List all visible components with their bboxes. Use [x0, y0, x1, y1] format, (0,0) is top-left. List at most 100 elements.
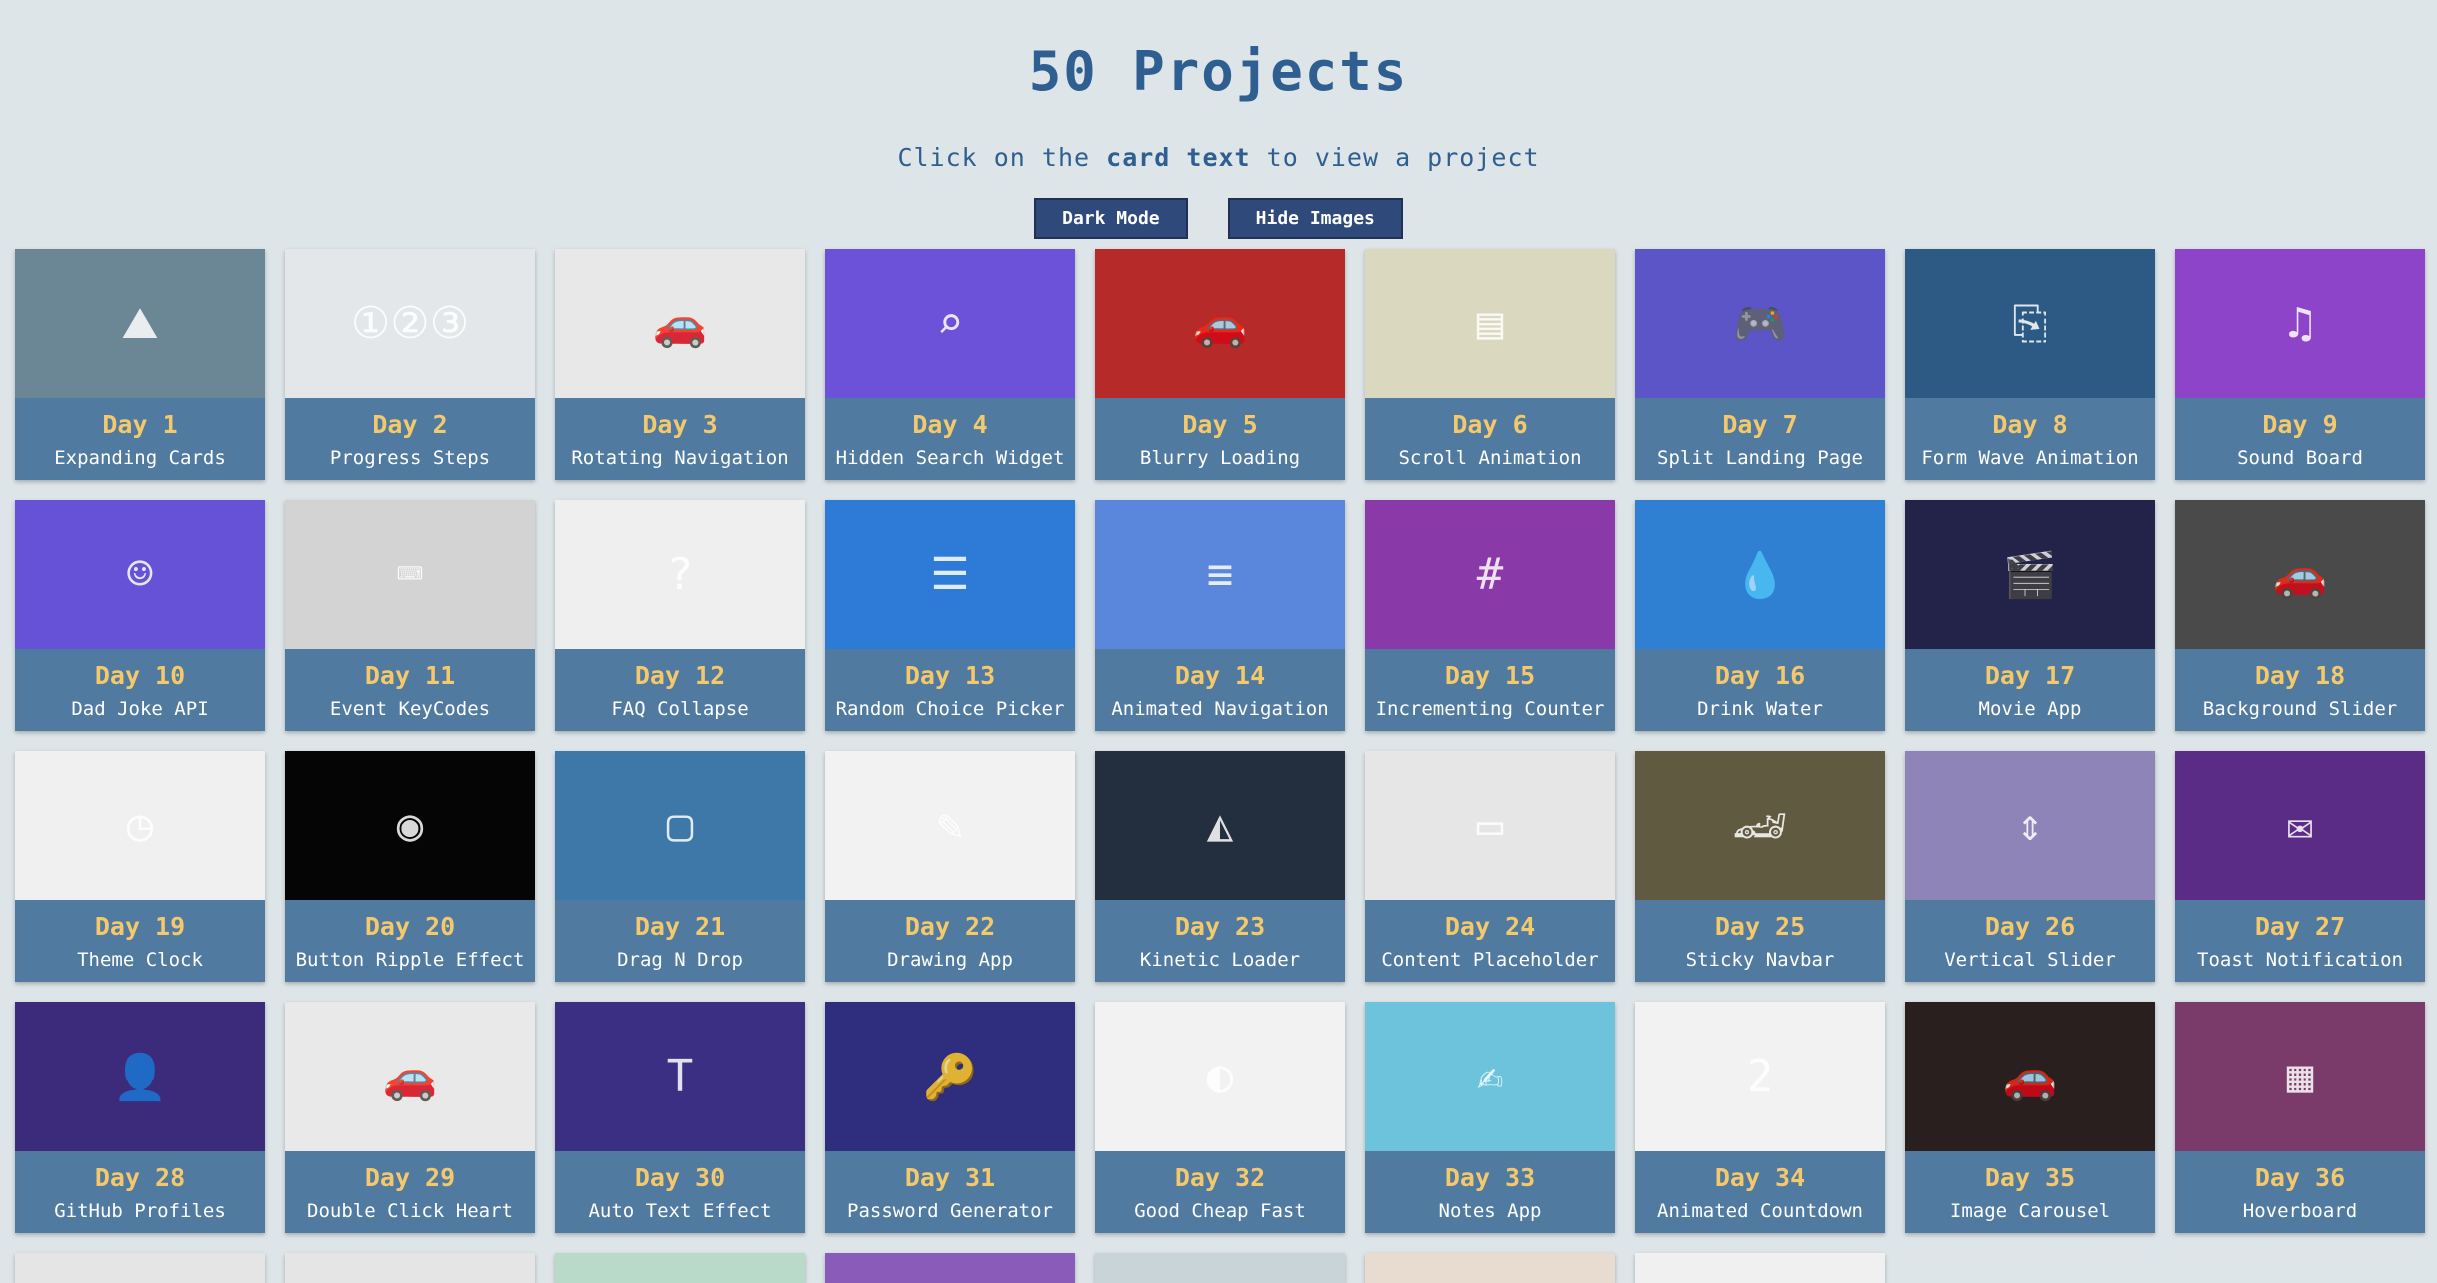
project-card[interactable]: 🚗 Day 35 Image Carousel — [1905, 1002, 2155, 1233]
project-card[interactable]: 2 Day 34 Animated Countdown — [1635, 1002, 1885, 1233]
card-text[interactable]: Day 11 Event KeyCodes — [285, 649, 535, 731]
project-card-partial[interactable] — [285, 1253, 535, 1283]
card-text[interactable]: Day 28 GitHub Profiles — [15, 1151, 265, 1233]
project-card[interactable]: # Day 15 Incrementing Counter — [1365, 500, 1615, 731]
project-name: Movie App — [1978, 697, 2082, 720]
project-card[interactable]: ▦ Day 36 Hoverboard — [2175, 1002, 2425, 1233]
card-text[interactable]: Day 9 Sound Board — [2175, 398, 2425, 480]
project-card[interactable]: ◭ Day 23 Kinetic Loader — [1095, 751, 1345, 982]
card-text[interactable]: Day 25 Sticky Navbar — [1635, 900, 1885, 982]
project-card-partial[interactable] — [15, 1253, 265, 1283]
project-card[interactable]: ◷ Day 19 Theme Clock — [15, 751, 265, 982]
card-text[interactable]: Day 8 Form Wave Animation — [1905, 398, 2155, 480]
card-text[interactable]: Day 12 FAQ Collapse — [555, 649, 805, 731]
project-name: Double Click Heart — [307, 1199, 513, 1222]
page-header: 50 Projects Click on the card text to vi… — [0, 0, 2437, 239]
project-card-partial[interactable] — [1365, 1253, 1615, 1283]
project-card[interactable]: ✎ Day 22 Drawing App — [825, 751, 1075, 982]
card-text[interactable]: Day 18 Background Slider — [2175, 649, 2425, 731]
card-text[interactable]: Day 31 Password Generator — [825, 1151, 1075, 1233]
card-text[interactable]: Day 14 Animated Navigation — [1095, 649, 1345, 731]
keycode-icon: ⌨ — [396, 549, 424, 600]
console-icon: 🎮 — [1732, 298, 1788, 350]
project-thumbnail: ✎ — [825, 751, 1075, 900]
project-card[interactable]: 🎬 Day 17 Movie App — [1905, 500, 2155, 731]
project-card[interactable]: ≡ Day 14 Animated Navigation — [1095, 500, 1345, 731]
card-text[interactable]: Day 2 Progress Steps — [285, 398, 535, 480]
project-card[interactable]: ⎘ Day 8 Form Wave Animation — [1905, 249, 2155, 480]
card-text[interactable]: Day 23 Kinetic Loader — [1095, 900, 1345, 982]
project-thumbnail: ⛰ — [15, 249, 265, 398]
card-text[interactable]: Day 16 Drink Water — [1635, 649, 1885, 731]
project-card-partial[interactable] — [825, 1253, 1075, 1283]
project-thumbnail: 🚗 — [285, 1002, 535, 1151]
project-card[interactable]: 💧 Day 16 Drink Water — [1635, 500, 1885, 731]
card-text[interactable]: Day 26 Vertical Slider — [1905, 900, 2155, 982]
project-card-partial[interactable] — [1635, 1253, 1885, 1283]
project-card[interactable]: 🚗 Day 29 Double Click Heart — [285, 1002, 535, 1233]
card-text[interactable]: Day 4 Hidden Search Widget — [825, 398, 1075, 480]
project-card-partial[interactable] — [1905, 1253, 2155, 1283]
project-card[interactable]: 🔑 Day 31 Password Generator — [825, 1002, 1075, 1233]
project-day: Day 28 — [94, 1162, 186, 1192]
card-text[interactable]: Day 34 Animated Countdown — [1635, 1151, 1885, 1233]
project-card[interactable]: ◐ Day 32 Good Cheap Fast — [1095, 1002, 1345, 1233]
project-card[interactable]: ☰ Day 13 Random Choice Picker — [825, 500, 1075, 731]
project-card[interactable]: ①②③ Day 2 Progress Steps — [285, 249, 535, 480]
project-card[interactable]: T Day 30 Auto Text Effect — [555, 1002, 805, 1233]
card-text[interactable]: Day 35 Image Carousel — [1905, 1151, 2155, 1233]
hide-images-button[interactable]: Hide Images — [1227, 198, 1403, 239]
project-card[interactable]: 🏎 Day 25 Sticky Navbar — [1635, 751, 1885, 982]
project-card[interactable]: ⌕ Day 4 Hidden Search Widget — [825, 249, 1075, 480]
card-text[interactable]: Day 17 Movie App — [1905, 649, 2155, 731]
project-card[interactable]: 🚗 Day 3 Rotating Navigation — [555, 249, 805, 480]
dark-mode-button[interactable]: Dark Mode — [1034, 198, 1188, 239]
card-text[interactable]: Day 29 Double Click Heart — [285, 1151, 535, 1233]
card-text[interactable]: Day 19 Theme Clock — [15, 900, 265, 982]
project-card[interactable]: ♫ Day 9 Sound Board — [2175, 249, 2425, 480]
card-text[interactable]: Day 5 Blurry Loading — [1095, 398, 1345, 480]
clock-icon: ◷ — [126, 800, 154, 851]
card-text[interactable]: Day 20 Button Ripple Effect — [285, 900, 535, 982]
project-card[interactable]: ▤ Day 6 Scroll Animation — [1365, 249, 1615, 480]
project-card[interactable]: 👤 Day 28 GitHub Profiles — [15, 1002, 265, 1233]
project-card[interactable]: ⛰ Day 1 Expanding Cards — [15, 249, 265, 480]
card-text[interactable]: Day 30 Auto Text Effect — [555, 1151, 805, 1233]
project-card-partial[interactable] — [2175, 1253, 2425, 1283]
project-card[interactable]: ▢ Day 21 Drag N Drop — [555, 751, 805, 982]
sports-car-icon: 🏎 — [1732, 800, 1788, 852]
card-text[interactable]: Day 24 Content Placeholder — [1365, 900, 1615, 982]
project-day: Day 34 — [1714, 1162, 1806, 1192]
card-text[interactable]: Day 33 Notes App — [1365, 1151, 1615, 1233]
card-text[interactable]: Day 32 Good Cheap Fast — [1095, 1151, 1345, 1233]
card-text[interactable]: Day 6 Scroll Animation — [1365, 398, 1615, 480]
card-text[interactable]: Day 13 Random Choice Picker — [825, 649, 1075, 731]
project-card[interactable]: ⇕ Day 26 Vertical Slider — [1905, 751, 2155, 982]
card-text[interactable]: Day 22 Drawing App — [825, 900, 1075, 982]
card-text[interactable]: Day 15 Incrementing Counter — [1365, 649, 1615, 731]
card-text[interactable]: Day 27 Toast Notification — [2175, 900, 2425, 982]
card-text[interactable]: Day 21 Drag N Drop — [555, 900, 805, 982]
card-text[interactable]: Day 10 Dad Joke API — [15, 649, 265, 731]
card-text[interactable]: Day 1 Expanding Cards — [15, 398, 265, 480]
project-card[interactable]: ☺ Day 10 Dad Joke API — [15, 500, 265, 731]
project-card[interactable]: ◉ Day 20 Button Ripple Effect — [285, 751, 535, 982]
project-name: Notes App — [1438, 1199, 1542, 1222]
card-text[interactable]: Day 7 Split Landing Page — [1635, 398, 1885, 480]
project-name: Sound Board — [2237, 446, 2363, 469]
project-card[interactable]: ✍ Day 33 Notes App — [1365, 1002, 1615, 1233]
project-day: Day 9 — [2262, 409, 2338, 439]
project-card[interactable]: 🎮 Day 7 Split Landing Page — [1635, 249, 1885, 480]
project-card-partial[interactable] — [1095, 1253, 1345, 1283]
project-card[interactable]: 🚗 Day 18 Background Slider — [2175, 500, 2425, 731]
project-thumbnail: ≡ — [1095, 500, 1345, 649]
card-text[interactable]: Day 3 Rotating Navigation — [555, 398, 805, 480]
card-text[interactable]: Day 36 Hoverboard — [2175, 1151, 2425, 1233]
project-card[interactable]: ▭ Day 24 Content Placeholder — [1365, 751, 1615, 982]
countdown-icon: 2 — [1746, 1051, 1774, 1102]
project-card[interactable]: ✉ Day 27 Toast Notification — [2175, 751, 2425, 982]
project-card[interactable]: ? Day 12 FAQ Collapse — [555, 500, 805, 731]
project-card[interactable]: 🚗 Day 5 Blurry Loading — [1095, 249, 1345, 480]
project-card-partial[interactable] — [555, 1253, 805, 1283]
project-card[interactable]: ⌨ Day 11 Event KeyCodes — [285, 500, 535, 731]
